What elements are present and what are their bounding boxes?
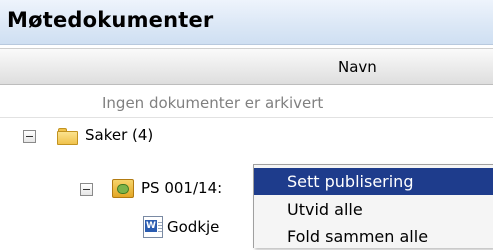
column-header-label: Navn [338, 58, 377, 76]
meeting-documents-panel: Møtedokumenter Navn Ingen dokumenter er … [0, 0, 493, 248]
row-divider [0, 117, 493, 118]
case-icon [112, 179, 134, 198]
folder-icon [57, 127, 79, 145]
column-header-name[interactable]: Navn [0, 48, 493, 85]
panel-title: Møtedokumenter [7, 8, 214, 32]
tree-row-document[interactable]: W Godkje [0, 215, 253, 239]
tree-row-saker[interactable]: Saker (4) [0, 124, 253, 148]
tree-label-document: Godkje [167, 218, 220, 236]
context-menu: Sett publisering Utvid alle Fold sammen … [253, 164, 493, 248]
menu-item-label: Fold sammen alle [287, 227, 429, 246]
menu-item-label: Utvid alle [287, 200, 363, 219]
tree-row-case[interactable]: PS 001/14: [0, 177, 253, 201]
menu-item-label: Sett publisering [287, 172, 414, 191]
menu-item-expand-all[interactable]: Utvid alle [254, 196, 493, 223]
panel-header: Møtedokumenter [0, 0, 493, 45]
word-document-icon: W [143, 216, 163, 238]
menu-item-set-publishing[interactable]: Sett publisering [254, 168, 493, 195]
tree-label-case: PS 001/14: [141, 179, 223, 197]
empty-message: Ingen dokumenter er arkivert [102, 94, 324, 112]
collapse-toggle-icon[interactable] [23, 130, 36, 143]
tree-label-saker: Saker (4) [85, 126, 154, 144]
collapse-toggle-icon[interactable] [80, 183, 93, 196]
menu-item-collapse-all[interactable]: Fold sammen alle [254, 223, 493, 250]
